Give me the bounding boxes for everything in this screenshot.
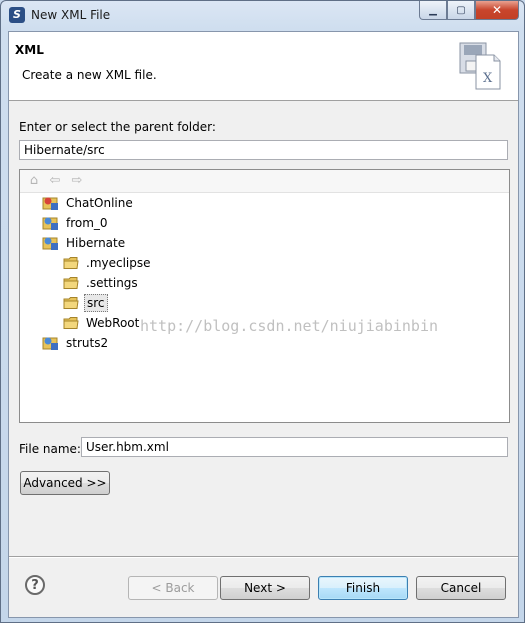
tree-item-label: Hibernate — [66, 236, 126, 250]
folder-icon — [63, 277, 79, 289]
next-button[interactable]: Next > — [220, 576, 310, 600]
file-name-input[interactable]: User.hbm.xml — [81, 437, 508, 457]
wizard-description: Create a new XML file. — [22, 68, 157, 82]
back-arrow-icon[interactable]: ⇦ — [47, 173, 63, 189]
tree-item-label: struts2 — [66, 336, 109, 350]
forward-arrow-icon[interactable]: ⇨ — [69, 173, 85, 189]
folder-icon — [63, 297, 79, 309]
minimize-button[interactable]: ▁ — [419, 1, 447, 20]
advanced-button[interactable]: Advanced >> — [20, 471, 110, 495]
window-controls: ▁ ▢ ✕ — [419, 1, 519, 21]
tree-item-label: WebRoot — [86, 316, 140, 330]
project-icon — [42, 217, 58, 230]
myeclipse-app-icon: S — [9, 7, 25, 23]
folder-icon — [63, 257, 79, 269]
tree-item-webroot[interactable]: WebRoot — [63, 314, 141, 332]
new-xml-file-dialog: S New XML File ▁ ▢ ✕ XML Create a new XM… — [0, 0, 525, 623]
maximize-button[interactable]: ▢ — [447, 1, 475, 20]
wizard-banner: XML Create a new XML file. X — [9, 32, 518, 101]
help-icon[interactable]: ? — [25, 575, 45, 595]
project-icon — [42, 337, 58, 350]
folder-icon — [63, 317, 79, 329]
xml-file-wizard-icon: X — [459, 42, 501, 90]
tree-item-src[interactable]: src — [63, 294, 108, 312]
watermark-text: http://blog.csdn.net/niujiabinbin — [140, 317, 439, 335]
window-title: New XML File — [31, 8, 111, 22]
tree-navigation-bar: ⌂ ⇦ ⇨ — [20, 170, 509, 193]
tree-item-hibernate[interactable]: Hibernate — [42, 234, 127, 252]
parent-folder-input[interactable]: Hibernate/src — [19, 140, 508, 160]
parent-folder-label: Enter or select the parent folder: — [19, 120, 216, 134]
tree-item-struts2[interactable]: struts2 — [42, 334, 110, 352]
tree-item-label: from_0 — [66, 216, 108, 230]
tree-item-chatonline[interactable]: ChatOnline — [42, 194, 135, 212]
svg-text:X: X — [483, 71, 493, 86]
tree-item-from-0[interactable]: from_0 — [42, 214, 110, 232]
tree-item-label: ChatOnline — [66, 196, 133, 210]
title-bar[interactable]: S New XML File ▁ ▢ ✕ — [1, 1, 524, 31]
wizard-title: XML — [15, 43, 44, 57]
project-icon — [42, 197, 58, 210]
tree-item-myeclipse[interactable]: .myeclipse — [63, 254, 153, 272]
tree-item-label: .myeclipse — [86, 256, 151, 270]
dialog-body: XML Create a new XML file. X Enter or se… — [8, 31, 519, 618]
home-icon[interactable]: ⌂ — [26, 173, 42, 189]
folder-tree[interactable]: ⌂ ⇦ ⇨ ChatOnline from_0 Hibernate .myecl… — [19, 169, 510, 423]
tree-item-settings[interactable]: .settings — [63, 274, 140, 292]
project-icon — [42, 237, 58, 250]
tree-item-label: .settings — [86, 276, 138, 290]
close-button[interactable]: ✕ — [475, 1, 519, 20]
cancel-button[interactable]: Cancel — [416, 576, 506, 600]
back-button: < Back — [128, 576, 218, 600]
finish-button[interactable]: Finish — [318, 576, 408, 600]
button-bar-separator — [9, 556, 518, 558]
tree-item-label: src — [84, 294, 108, 312]
file-name-label: File name: — [19, 442, 81, 456]
